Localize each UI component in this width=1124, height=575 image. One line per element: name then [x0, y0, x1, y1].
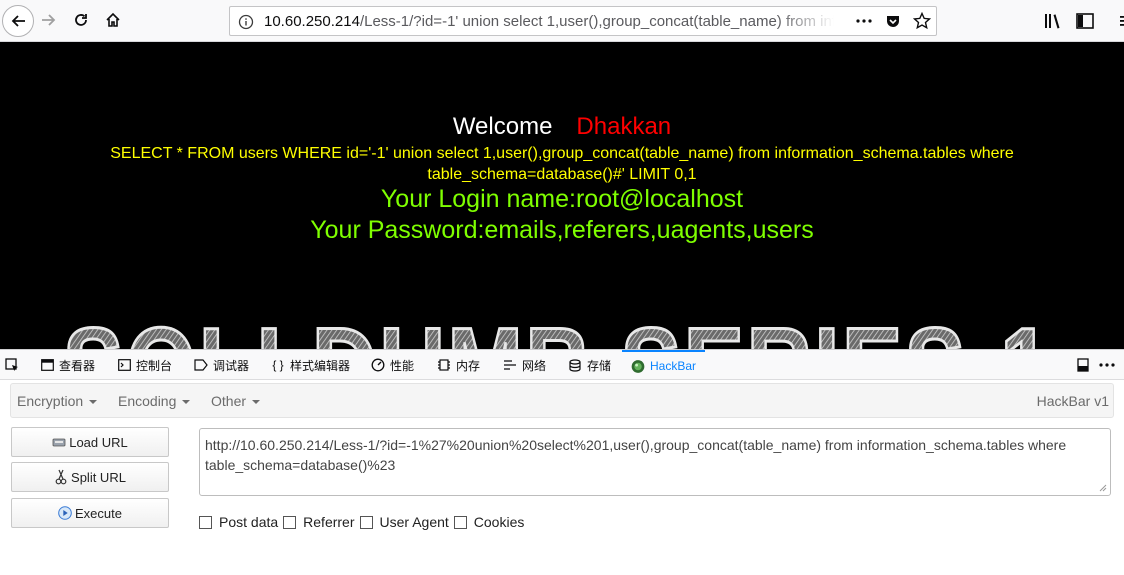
- execute-label: Execute: [75, 505, 122, 521]
- url-host: 10.60.250.214: [264, 13, 360, 30]
- memory-icon: [437, 358, 451, 372]
- more-dots-icon[interactable]: [849, 19, 878, 23]
- tab-style-editor-label: 样式编辑器: [290, 358, 351, 373]
- style-editor-icon: { }: [272, 358, 284, 372]
- tab-inspector-label: 查看器: [59, 358, 96, 373]
- url-bar[interactable]: 10.60.250.214/Less-1/?id=-1' union selec…: [229, 6, 937, 36]
- hackbar-url-value: http://10.60.250.214/Less-1/?id=-1%27%20…: [205, 437, 1067, 473]
- login-name-text: Your Login name:root@localhost: [380, 185, 744, 213]
- tab-storage[interactable]: 存储: [568, 350, 611, 380]
- browser-toolbar: 10.60.250.214/Less-1/?id=-1' union selec…: [0, 0, 1124, 42]
- cookies-option[interactable]: Cookies: [453, 514, 525, 530]
- tab-performance-label: 性能: [390, 358, 415, 373]
- split-url-button[interactable]: Split URL: [11, 462, 169, 492]
- password-text: Your Password:emails,referers,uagents,us…: [310, 216, 814, 244]
- tab-performance[interactable]: 性能: [371, 350, 414, 380]
- execute-button[interactable]: Execute: [11, 498, 169, 528]
- console-icon: [117, 358, 131, 372]
- tab-console-label: 控制台: [136, 358, 173, 373]
- user-agent-checkbox[interactable]: [359, 515, 373, 529]
- welcome-label: Welcome: [452, 113, 553, 140]
- forward-button[interactable]: [34, 5, 64, 35]
- tab-debugger[interactable]: 调试器: [194, 350, 249, 380]
- home-button[interactable]: [98, 5, 128, 35]
- pocket-icon[interactable]: [878, 13, 907, 29]
- encoding-menu[interactable]: Encoding: [118, 393, 191, 409]
- referrer-label: Referrer: [303, 514, 355, 530]
- tab-hackbar-label: HackBar: [650, 359, 697, 373]
- other-label: Other: [211, 393, 247, 409]
- network-icon: [503, 358, 517, 372]
- play-icon: [58, 506, 72, 520]
- tab-debugger-label: 调试器: [213, 358, 250, 373]
- url-path: /Less-1/?id=-1' union select 1,user(),gr…: [359, 13, 834, 30]
- tab-memory[interactable]: 内存: [437, 350, 480, 380]
- cookies-checkbox[interactable]: [453, 515, 467, 529]
- tab-console[interactable]: 控制台: [117, 350, 172, 380]
- storage-icon: [568, 358, 582, 372]
- welcome-line: Welcome Dhakkan: [0, 113, 1124, 141]
- post-data-label: Post data: [219, 514, 279, 530]
- user-agent-label: User Agent: [379, 514, 449, 530]
- user-agent-option[interactable]: User Agent: [359, 514, 449, 530]
- tab-storage-label: 存储: [587, 358, 612, 373]
- encryption-menu[interactable]: Encryption: [17, 393, 98, 409]
- encoding-label: Encoding: [118, 393, 177, 409]
- back-button[interactable]: [2, 5, 34, 37]
- page-info-icon[interactable]: [238, 14, 254, 30]
- devtools-more-icon[interactable]: [1099, 357, 1115, 373]
- devtools-tab-bar: 查看器 控制台 调试器 { } 样式编辑器 性能 内存 网络 存储 HackBa…: [0, 349, 1124, 380]
- hackbar-menu-bar: Encryption Encoding Other HackBar v1: [10, 383, 1114, 418]
- tab-memory-label: 内存: [456, 358, 481, 373]
- post-data-option[interactable]: Post data: [199, 514, 278, 530]
- hackbar-options: Post data Referrer User Agent Cookies: [199, 512, 529, 532]
- resize-grip-icon[interactable]: [1099, 484, 1107, 492]
- performance-icon: [371, 358, 385, 372]
- hackbar-url-textarea[interactable]: http://10.60.250.214/Less-1/?id=-1%27%20…: [199, 428, 1111, 496]
- reload-icon: [75, 14, 87, 26]
- hackbar-version: HackBar v1: [1036, 393, 1109, 409]
- web-page: Welcome Dhakkan SELECT * FROM users WHERE…: [0, 42, 1124, 349]
- chevron-down-icon: [252, 400, 261, 405]
- home-icon: [106, 12, 120, 27]
- sidebar-icon[interactable]: [1073, 10, 1097, 32]
- tab-hackbar[interactable]: HackBar: [622, 350, 706, 380]
- debugger-icon: [194, 358, 208, 372]
- split-url-label: Split URL: [71, 469, 126, 485]
- tab-network-label: 网络: [522, 358, 547, 373]
- welcome-name: Dhakkan: [576, 113, 672, 140]
- cookies-label: Cookies: [473, 514, 525, 530]
- other-menu[interactable]: Other: [211, 393, 261, 409]
- hackbar-icon: [631, 359, 645, 373]
- referrer-checkbox[interactable]: [283, 515, 297, 529]
- tab-network[interactable]: 网络: [503, 350, 546, 380]
- sql-query-text: SELECT * FROM users WHERE id='-1' union …: [110, 145, 1014, 183]
- url-text[interactable]: 10.60.250.214/Less-1/?id=-1' union selec…: [264, 13, 834, 31]
- forward-arrow-icon: [42, 14, 56, 26]
- bookmark-star-icon[interactable]: [907, 12, 936, 30]
- back-arrow-icon: [11, 15, 25, 27]
- element-picker-icon[interactable]: [4, 357, 20, 373]
- banner-text: SQLI DUMB SERIES-1: [63, 305, 1053, 349]
- inspector-icon: [40, 358, 54, 372]
- menu-icon[interactable]: [1112, 10, 1124, 32]
- library-icon[interactable]: [1041, 10, 1065, 32]
- scissors-icon: [54, 469, 68, 485]
- load-url-icon: [52, 435, 66, 449]
- post-data-checkbox[interactable]: [199, 515, 212, 529]
- load-url-button[interactable]: Load URL: [11, 427, 169, 457]
- load-url-label: Load URL: [69, 434, 128, 450]
- tab-inspector[interactable]: 查看器: [40, 350, 95, 380]
- chevron-down-icon: [89, 400, 98, 405]
- dock-side-icon[interactable]: [1075, 357, 1091, 373]
- sqli-dumb-series-banner: SQLI DUMB SERIES-1: [62, 304, 1053, 350]
- tab-style-editor[interactable]: { } 样式编辑器: [271, 350, 350, 380]
- referrer-option[interactable]: Referrer: [283, 514, 355, 530]
- reload-button[interactable]: [66, 5, 96, 35]
- chevron-down-icon: [182, 400, 191, 405]
- encryption-label: Encryption: [17, 393, 84, 409]
